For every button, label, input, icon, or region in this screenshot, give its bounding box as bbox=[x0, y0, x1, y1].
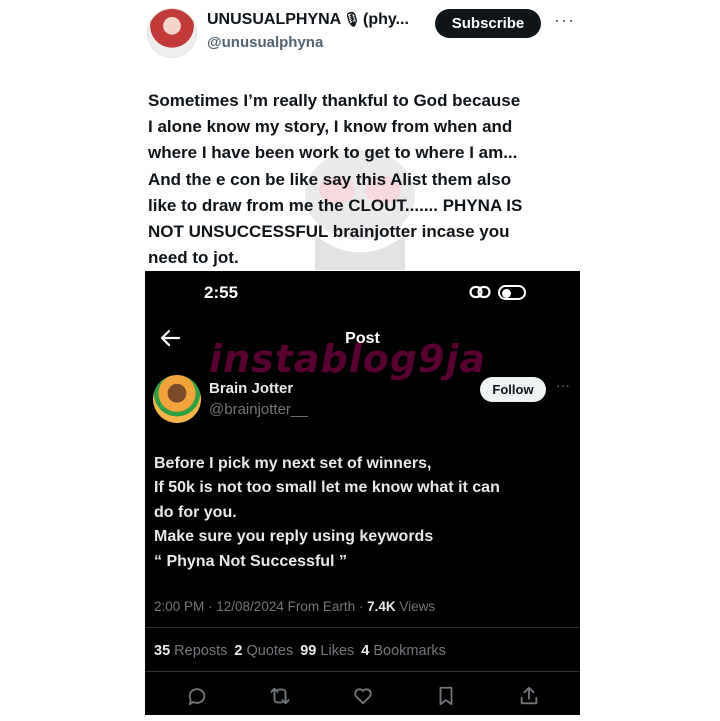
tweet-text-line: like to draw from me the CLOUT....... PH… bbox=[148, 195, 523, 215]
avatar[interactable] bbox=[147, 8, 197, 58]
quotes-label: Quotes bbox=[246, 643, 294, 659]
tweet-text: Sometimes I’m really thankful to God bec… bbox=[148, 88, 578, 271]
user-handle[interactable]: @unusualphyna bbox=[207, 34, 323, 51]
share-icon[interactable] bbox=[518, 685, 540, 707]
bookmark-icon[interactable] bbox=[435, 685, 457, 707]
divider bbox=[145, 671, 580, 672]
bookmarks-count: 4 bbox=[361, 643, 370, 659]
views-label: Views bbox=[395, 599, 436, 614]
like-icon[interactable] bbox=[352, 685, 374, 707]
more-options-icon[interactable]: ··· bbox=[556, 377, 570, 393]
repost-icon[interactable] bbox=[269, 685, 291, 707]
post-text: Before I pick my next set of winners, If… bbox=[154, 452, 574, 574]
divider bbox=[145, 627, 580, 628]
quotes-count: 2 bbox=[234, 643, 243, 659]
post-meta: 2:00 PM · 12/08/2024 From Earth · 7.4K V… bbox=[154, 599, 435, 614]
display-name[interactable]: Brain Jotter bbox=[209, 380, 293, 397]
views-count: 7.4K bbox=[367, 599, 396, 614]
display-name-suffix: (phy... bbox=[363, 11, 409, 28]
more-options-icon[interactable]: ··· bbox=[554, 10, 575, 31]
likes-stat[interactable]: 99 Likes bbox=[300, 643, 361, 659]
post-text-line: If 50k is not too small let me know what… bbox=[154, 479, 500, 497]
tweet-text-line: I alone know my story, I know from when … bbox=[148, 117, 513, 137]
link-icon bbox=[469, 285, 491, 299]
tweet-text-line: NOT UNSUCCESSFUL brainjotter incase you bbox=[148, 222, 510, 242]
user-handle[interactable]: @brainjotter__ bbox=[209, 401, 308, 418]
post-text-line: Make sure you reply using keywords bbox=[154, 528, 434, 546]
display-name[interactable]: UNUSUALPHYNA 🎙 (phy... bbox=[207, 11, 409, 29]
outer-tweet-header: UNUSUALPHYNA 🎙 (phy... @unusualphyna Subsc… bbox=[0, 0, 720, 70]
likes-count: 99 bbox=[300, 643, 317, 659]
microphone-icon: 🎙 bbox=[343, 11, 362, 27]
likes-label: Likes bbox=[320, 643, 355, 659]
display-name-text: UNUSUALPHYNA bbox=[207, 11, 342, 28]
reposts-label: Reposts bbox=[174, 643, 228, 659]
page-title: Post bbox=[345, 330, 380, 347]
bookmarks-stat[interactable]: 4 Bookmarks bbox=[361, 643, 453, 659]
post-text-line: do for you. bbox=[154, 503, 237, 521]
follow-button[interactable]: Follow bbox=[480, 377, 546, 402]
tweet-text-line: where I have been work to get to where I… bbox=[148, 143, 518, 163]
post-stats: 35 Reposts 2 Quotes 99 Likes 4 Bookmarks bbox=[154, 643, 453, 659]
subscribe-button[interactable]: Subscribe bbox=[435, 9, 541, 38]
tweet-text-line: And the e con be like say this Alist the… bbox=[148, 169, 512, 189]
tweet-text-line: Sometimes I’m really thankful to God bec… bbox=[148, 91, 521, 110]
embedded-post-screenshot[interactable]: 2:55 Post Brain Jotter @brainjotter__ Fo… bbox=[145, 271, 580, 715]
post-timestamp[interactable]: 2:00 PM · 12/08/2024 From Earth · bbox=[154, 599, 367, 614]
post-text-line: “ Phyna Not Successful ” bbox=[154, 552, 347, 570]
reposts-stat[interactable]: 35 Reposts bbox=[154, 643, 234, 659]
avatar[interactable] bbox=[153, 375, 201, 423]
tweet-text-line: need to jot. bbox=[148, 248, 239, 268]
bookmarks-label: Bookmarks bbox=[373, 643, 446, 659]
post-text-line: Before I pick my next set of winners, bbox=[154, 455, 432, 472]
reply-icon[interactable] bbox=[186, 685, 208, 707]
quotes-stat[interactable]: 2 Quotes bbox=[234, 643, 300, 659]
toggle-icon bbox=[498, 285, 526, 300]
reposts-count: 35 bbox=[154, 643, 171, 659]
status-time: 2:55 bbox=[204, 283, 239, 302]
